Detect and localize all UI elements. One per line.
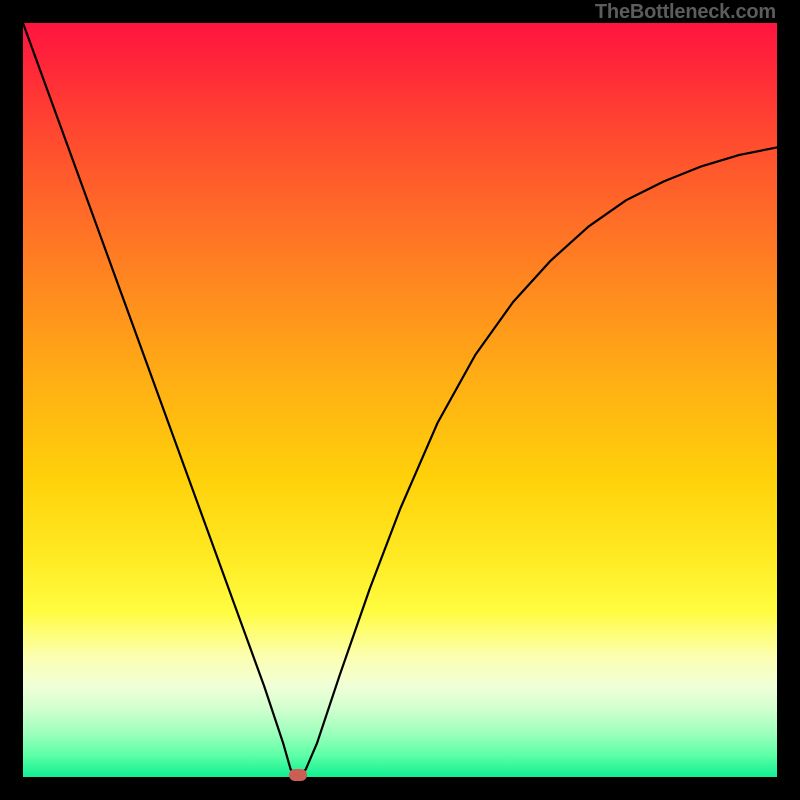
optimal-point-marker: [289, 769, 307, 781]
chart-area: [23, 23, 777, 777]
bottleneck-curve: [23, 23, 777, 777]
watermark-text: TheBottleneck.com: [595, 1, 776, 24]
chart-svg: [23, 23, 777, 777]
